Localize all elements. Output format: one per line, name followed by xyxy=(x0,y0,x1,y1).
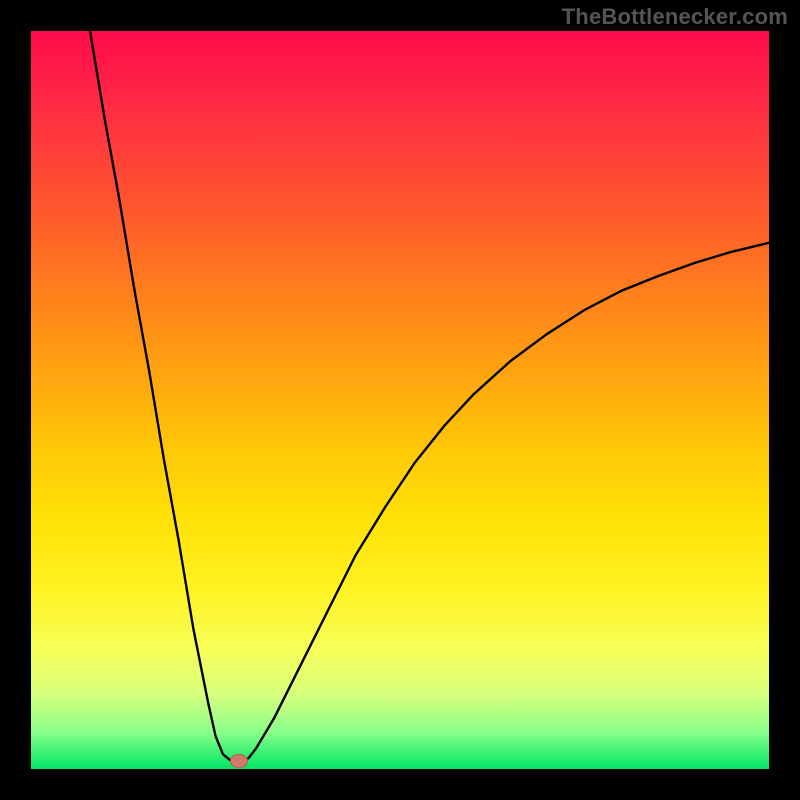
watermark-text: TheBottlenecker.com xyxy=(562,4,788,30)
plot-background-gradient xyxy=(31,31,769,769)
chart-frame: TheBottlenecker.com xyxy=(0,0,800,800)
